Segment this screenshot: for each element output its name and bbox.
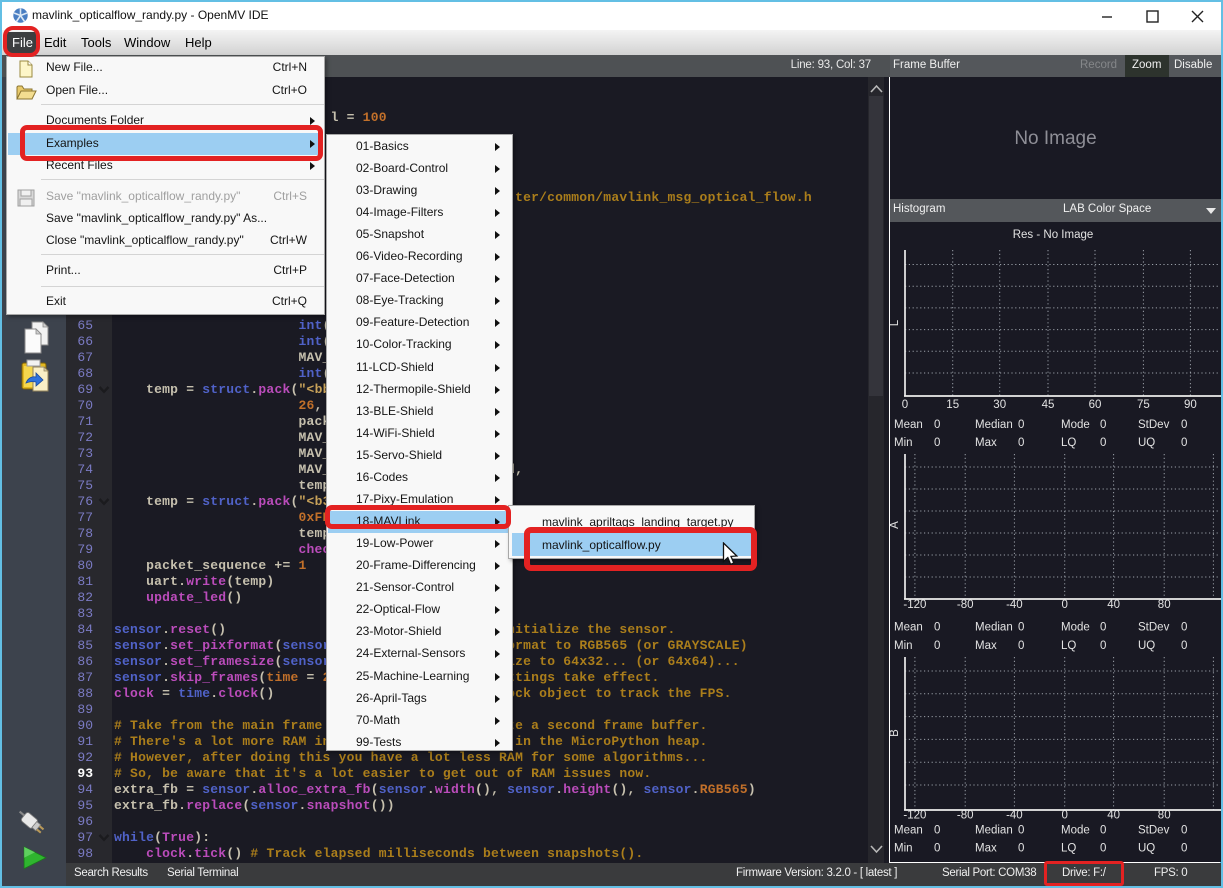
svg-text:Median: Median [975,419,1013,431]
svg-text:0: 0 [1181,419,1187,431]
svg-text:LQ: LQ [1061,437,1076,449]
svg-text:Mode: Mode [1061,419,1090,431]
svg-text:0: 0 [934,622,940,634]
svg-text:0: 0 [1181,825,1187,837]
svg-text:0: 0 [1100,825,1106,837]
svg-text:0: 0 [1018,825,1024,837]
svg-text:15: 15 [946,399,959,411]
svg-text:0: 0 [1018,622,1024,634]
svg-text:StDev: StDev [1138,825,1170,837]
svg-text:Mode: Mode [1061,622,1090,634]
svg-text:0: 0 [1181,843,1187,855]
svg-text:Mean: Mean [894,419,923,431]
svg-text:40: 40 [1107,599,1120,611]
svg-text:Mean: Mean [894,622,923,634]
svg-text:UQ: UQ [1138,843,1155,855]
svg-text:40: 40 [1107,809,1120,821]
svg-text:0: 0 [1100,640,1106,652]
svg-text:LQ: LQ [1061,640,1076,652]
svg-text:0: 0 [1100,437,1106,449]
svg-text:Max: Max [975,640,997,652]
svg-text:0: 0 [902,399,908,411]
svg-text:Min: Min [894,640,913,652]
svg-text:80: 80 [1158,809,1171,821]
svg-text:60: 60 [1089,399,1102,411]
svg-text:0: 0 [1181,622,1187,634]
svg-text:-120: -120 [903,599,926,611]
svg-text:0: 0 [934,825,940,837]
svg-text:0: 0 [1018,419,1024,431]
svg-text:UQ: UQ [1138,640,1155,652]
svg-text:80: 80 [1158,599,1171,611]
svg-text:Min: Min [894,843,913,855]
svg-text:Mean: Mean [894,825,923,837]
svg-text:0: 0 [1100,843,1106,855]
svg-text:0: 0 [934,437,940,449]
svg-text:75: 75 [1137,399,1150,411]
svg-text:StDev: StDev [1138,622,1170,634]
svg-text:0: 0 [934,843,940,855]
svg-text:0: 0 [1018,843,1024,855]
svg-text:0: 0 [1061,599,1067,611]
svg-text:Max: Max [975,843,997,855]
svg-text:45: 45 [1042,399,1055,411]
svg-text:0: 0 [1061,809,1067,821]
svg-text:L: L [890,319,901,326]
svg-text:-40: -40 [1006,599,1023,611]
svg-text:-80: -80 [957,809,974,821]
svg-text:Median: Median [975,825,1013,837]
svg-text:90: 90 [1184,399,1197,411]
svg-text:Min: Min [894,437,913,449]
svg-text:Median: Median [975,622,1013,634]
svg-text:0: 0 [1100,419,1106,431]
svg-text:0: 0 [1018,437,1024,449]
svg-text:B: B [890,729,901,737]
svg-text:0: 0 [934,640,940,652]
svg-text:30: 30 [993,399,1006,411]
svg-text:0: 0 [1100,622,1106,634]
svg-text:Max: Max [975,437,997,449]
svg-text:0: 0 [1181,437,1187,449]
svg-text:0: 0 [1181,640,1187,652]
svg-text:-120: -120 [903,809,926,821]
svg-text:0: 0 [934,419,940,431]
svg-text:0: 0 [1018,640,1024,652]
svg-text:Res - No Image: Res - No Image [1013,229,1094,241]
svg-text:Mode: Mode [1061,825,1090,837]
svg-text:UQ: UQ [1138,437,1155,449]
svg-text:-40: -40 [1006,809,1023,821]
svg-text:LQ: LQ [1061,843,1076,855]
svg-text:-80: -80 [957,599,974,611]
svg-text:A: A [890,521,901,529]
svg-text:StDev: StDev [1138,419,1170,431]
